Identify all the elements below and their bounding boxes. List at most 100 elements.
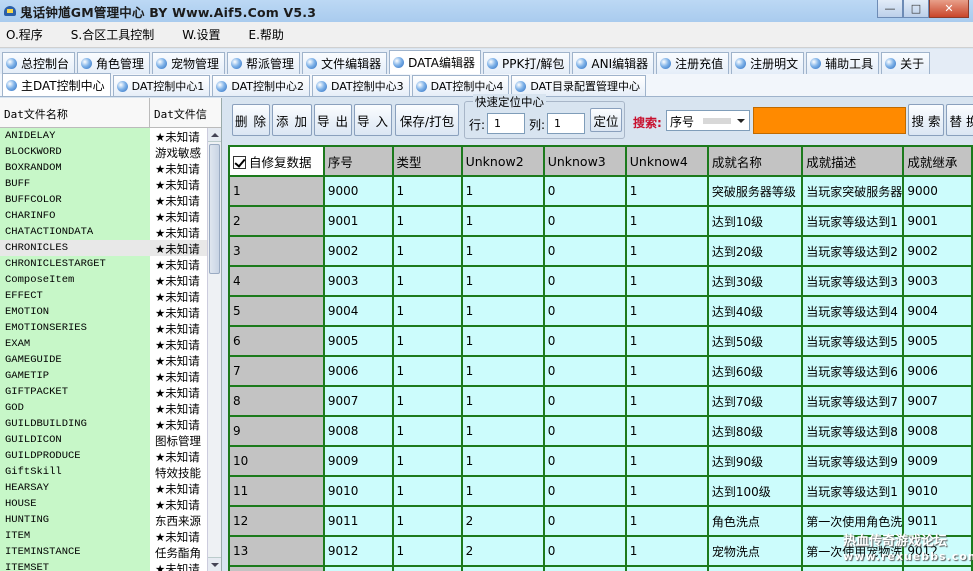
close-button[interactable]: ✕ <box>929 0 969 18</box>
file-list-item[interactable]: GUILDBUILDING ★未知请 <box>0 416 207 432</box>
table-cell[interactable]: 9000 <box>322 175 394 207</box>
table-cell[interactable]: 9011 <box>322 505 394 537</box>
table-cell[interactable]: 0 <box>542 445 627 477</box>
file-list-item[interactable]: EFFECT ★未知请 <box>0 288 207 304</box>
menu-help[interactable]: E.帮助 <box>249 24 284 45</box>
table-cell[interactable]: 1 <box>624 505 709 537</box>
table-cell[interactable]: 9008 <box>902 415 973 447</box>
table-row[interactable]: 9 9008 1 1 0 1 达到80级 当玩家等级达到8 9008 <box>228 415 973 447</box>
table-cell[interactable]: 0 <box>542 325 627 357</box>
table-cell[interactable]: 当玩家突破服务器 <box>801 175 905 207</box>
scroll-down-icon[interactable] <box>208 557 221 571</box>
maximize-button[interactable]: □ <box>903 0 929 18</box>
table-cell[interactable]: 1 <box>391 355 463 387</box>
table-cell[interactable]: 9001 <box>902 205 973 237</box>
table-cell[interactable]: 0 <box>542 205 627 237</box>
table-cell[interactable]: 1 <box>460 325 545 357</box>
table-cell[interactable]: 9005 <box>902 325 973 357</box>
row-header[interactable]: 12 <box>228 505 325 537</box>
menu-program[interactable]: O.程序 <box>6 24 43 45</box>
table-cell[interactable]: 1 <box>391 535 463 567</box>
table-cell[interactable]: 1 <box>624 445 709 477</box>
table-cell[interactable] <box>801 565 905 571</box>
file-list-item[interactable]: CHARINFO ★未知请 <box>0 208 207 224</box>
table-cell[interactable]: 9002 <box>902 235 973 267</box>
tab-main-4[interactable]: 文件编辑器 <box>302 52 388 74</box>
table-cell[interactable]: 1 <box>391 445 463 477</box>
row-header[interactable]: 9 <box>228 415 325 447</box>
table-cell[interactable]: 1 <box>391 175 463 207</box>
row-header[interactable]: 1 <box>228 175 325 207</box>
menu-settings[interactable]: W.设置 <box>182 24 220 45</box>
row-header[interactable]: 6 <box>228 325 325 357</box>
tab-main-11[interactable]: 关于 <box>881 52 931 74</box>
table-cell[interactable]: 0 <box>542 295 627 327</box>
table-cell[interactable]: 当玩家等级达到4 <box>801 295 905 327</box>
column-header[interactable]: Unknow4 <box>624 145 709 177</box>
tab-main-6[interactable]: PPK打/解包 <box>483 52 571 74</box>
table-cell[interactable]: 1 <box>460 445 545 477</box>
table-cell[interactable]: 1 <box>624 385 709 417</box>
table-cell[interactable]: 当玩家等级达到2 <box>801 235 905 267</box>
table-cell[interactable]: 0 <box>542 235 627 267</box>
file-list-item[interactable]: CHRONICLESTARGET ★未知请 <box>0 256 207 272</box>
auto-fix-header[interactable]: 自修复数据 <box>228 145 325 177</box>
table-cell[interactable]: 1 <box>460 415 545 447</box>
file-list-item[interactable]: GiftSkill 特效技能 <box>0 464 207 480</box>
table-row[interactable]: 2 9001 1 1 0 1 达到10级 当玩家等级达到1 9001 <box>228 205 973 237</box>
table-cell[interactable]: 当玩家等级达到6 <box>801 355 905 387</box>
file-list-item[interactable]: GAMETIP ★未知请 <box>0 368 207 384</box>
table-cell[interactable]: 达到90级 <box>706 445 804 477</box>
table-cell[interactable]: 9010 <box>902 475 973 507</box>
file-list-item[interactable]: CHATACTIONDATA ★未知请 <box>0 224 207 240</box>
column-header[interactable]: 成就描述 <box>801 145 905 177</box>
column-header[interactable]: 类型 <box>391 145 463 177</box>
table-row[interactable]: 12 9011 1 2 0 1 角色洗点 第一次使用角色洗 9011 <box>228 505 973 537</box>
col-input[interactable]: 1 <box>547 113 585 134</box>
table-cell[interactable]: 1 <box>460 475 545 507</box>
table-cell[interactable]: 1 <box>391 295 463 327</box>
file-list-scrollbar[interactable] <box>207 128 221 571</box>
table-cell[interactable]: 1 <box>624 355 709 387</box>
table-row[interactable]: 6 9005 1 1 0 1 达到50级 当玩家等级达到5 9005 <box>228 325 973 357</box>
table-cell[interactable]: 9001 <box>322 205 394 237</box>
chevron-down-icon[interactable] <box>733 112 748 129</box>
file-list-item[interactable]: GUILDICON 图标管理 <box>0 432 207 448</box>
table-row[interactable] <box>228 565 973 571</box>
table-cell[interactable]: 9007 <box>902 385 973 417</box>
table-row[interactable]: 3 9002 1 1 0 1 达到20级 当玩家等级达到2 9002 <box>228 235 973 267</box>
column-header[interactable]: Unknow3 <box>542 145 627 177</box>
row-header[interactable]: 13 <box>228 535 325 567</box>
table-cell[interactable]: 1 <box>624 535 709 567</box>
table-cell[interactable]: 1 <box>391 475 463 507</box>
file-list-item[interactable]: BOXRANDOM ★未知请 <box>0 160 207 176</box>
tab-sub-1[interactable]: DAT控制中心1 <box>112 75 211 96</box>
table-cell[interactable]: 1 <box>391 505 463 537</box>
table-cell[interactable]: 9000 <box>902 175 973 207</box>
table-cell[interactable]: 1 <box>624 265 709 297</box>
table-cell[interactable]: 1 <box>460 265 545 297</box>
tab-sub-5[interactable]: DAT目录配置管理中心 <box>511 75 646 96</box>
table-cell[interactable]: 达到50级 <box>706 325 804 357</box>
row-header[interactable]: 3 <box>228 235 325 267</box>
file-list-item[interactable]: ANIDELAY ★未知请 <box>0 128 207 144</box>
table-cell[interactable]: 1 <box>624 235 709 267</box>
file-list-item[interactable]: ITEMSET ★未知请 <box>0 560 207 571</box>
row-header[interactable] <box>228 565 325 571</box>
row-header[interactable]: 4 <box>228 265 325 297</box>
column-header[interactable]: Unknow2 <box>460 145 545 177</box>
table-cell[interactable]: 当玩家等级达到3 <box>801 265 905 297</box>
table-row[interactable]: 8 9007 1 1 0 1 达到70级 当玩家等级达到7 9007 <box>228 385 973 417</box>
table-cell[interactable]: 达到60级 <box>706 355 804 387</box>
column-header-file-name[interactable]: Dat文件名称 <box>0 98 150 127</box>
table-cell[interactable]: 0 <box>542 175 627 207</box>
row-header[interactable]: 11 <box>228 475 325 507</box>
row-input[interactable]: 1 <box>487 113 525 134</box>
table-cell[interactable]: 9006 <box>902 355 973 387</box>
search-button[interactable]: 搜 索 <box>908 104 944 136</box>
row-header[interactable]: 7 <box>228 355 325 387</box>
table-cell[interactable]: 当玩家等级达到9 <box>801 445 905 477</box>
table-cell[interactable]: 1 <box>391 385 463 417</box>
file-list-item[interactable]: EMOTION ★未知请 <box>0 304 207 320</box>
table-cell[interactable] <box>322 565 394 571</box>
